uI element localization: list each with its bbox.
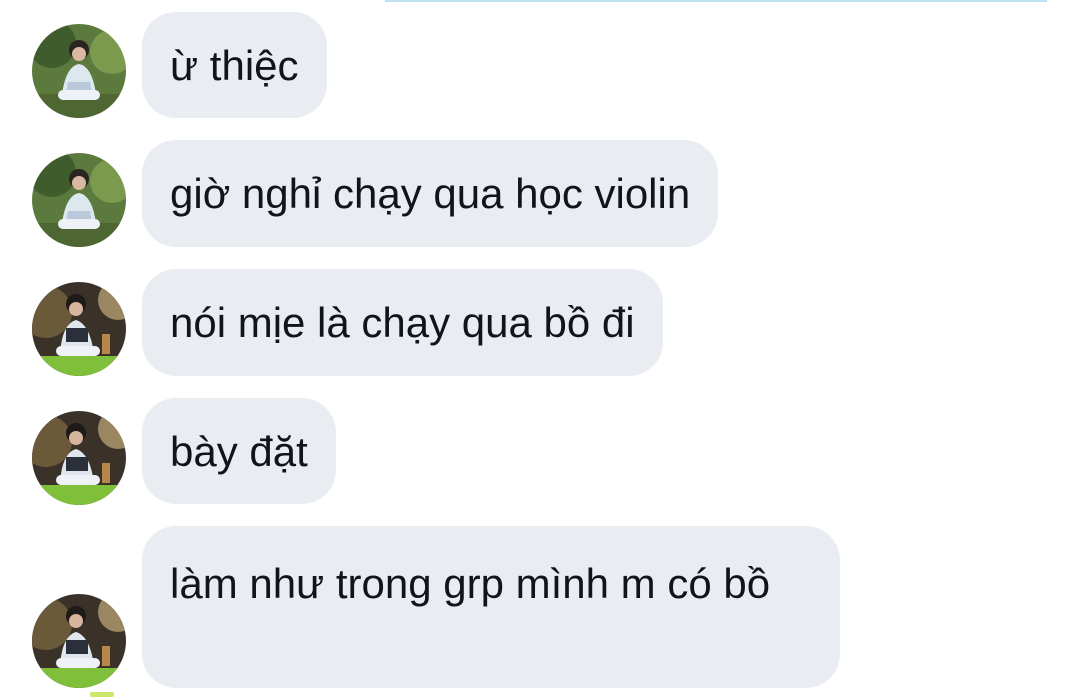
avatar[interactable] <box>32 153 126 247</box>
message-bubble[interactable]: giờ nghỉ chạy qua học violin <box>142 140 719 247</box>
message-text: ừ thiệc <box>170 42 299 89</box>
profile-photo-icon <box>32 153 126 247</box>
profile-photo-icon <box>32 411 126 505</box>
message-text: làm như trong grp mình m có bồ <box>170 560 771 607</box>
profile-photo-icon <box>32 594 126 688</box>
top-divider <box>385 0 1047 2</box>
profile-photo-icon <box>32 24 126 118</box>
message-text: giờ nghỉ chạy qua học violin <box>170 170 691 217</box>
avatar[interactable] <box>32 24 126 118</box>
message-text: nói mịe là chạy qua bồ đi <box>170 299 635 346</box>
avatar[interactable] <box>32 594 126 688</box>
message-text: bày đặt <box>170 428 308 475</box>
chat-thread: ừ thiệc giờ nghỉ chạy qua học violin nói… <box>0 0 1080 697</box>
message-bubble[interactable]: bày đặt <box>142 398 336 504</box>
message-bubble[interactable]: ừ thiệc <box>142 12 327 118</box>
message-bubble[interactable]: làm như trong grp mình m có bồ <box>142 526 840 688</box>
avatar[interactable] <box>32 282 126 376</box>
message-bubble[interactable]: nói mịe là chạy qua bồ đi <box>142 269 663 376</box>
avatar[interactable] <box>32 411 126 505</box>
profile-photo-icon <box>32 282 126 376</box>
next-message-edge <box>90 692 114 697</box>
